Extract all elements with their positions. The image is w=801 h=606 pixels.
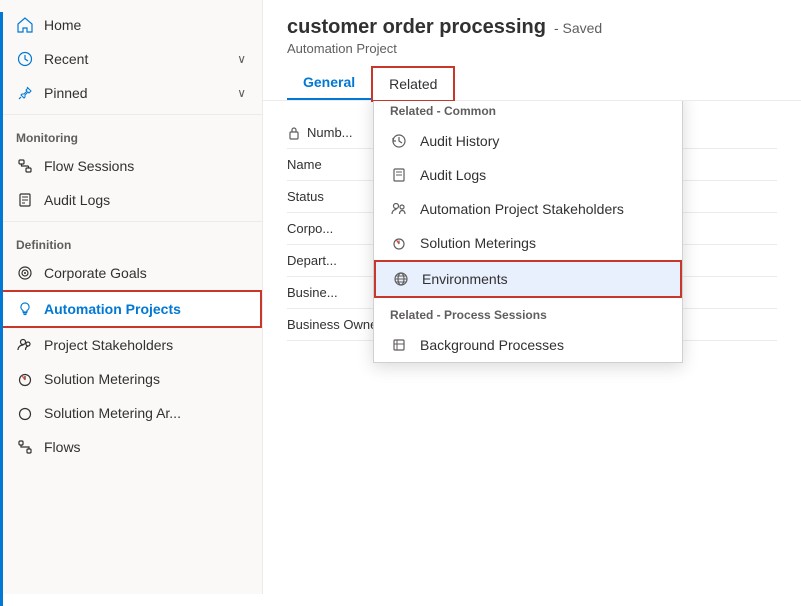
sidebar-item-flow-sessions-label: Flow Sessions [44,158,134,174]
lightbulb-icon [16,300,34,318]
tab-general-label: General [303,74,355,90]
divider1 [0,114,262,115]
flow-icon [16,157,34,175]
tab-bar: General Related [287,66,777,100]
recent-icon [16,50,34,68]
sidebar: Home Recent ∨ Pinned ∨ Monitoring Flow S… [0,0,263,594]
history-icon [390,132,408,150]
dropdown-section-process-label: Related - Process Sessions [374,298,682,328]
dropdown-item-solution-meterings-label: Solution Meterings [420,235,536,251]
header-title-row: customer order processing - Saved [287,16,777,39]
metering2-icon [16,404,34,422]
active-indicator [0,12,3,594]
tab-related-label: Related [389,76,437,92]
goal-icon [16,264,34,282]
dropdown-item-background-processes[interactable]: Background Processes [374,328,682,362]
sidebar-item-recent-label: Recent [44,51,88,67]
dropdown-item-audit-logs-label: Audit Logs [420,167,486,183]
definition-section-label: Definition [0,226,262,256]
sidebar-item-home[interactable]: Home [0,8,262,42]
flows-icon [16,438,34,456]
content-area: Numb... Name ...ing Status Corpo... h Au… [263,101,801,594]
main-content: customer order processing - Saved Automa… [263,0,801,594]
stakeholders-icon [390,200,408,218]
sidebar-item-audit-logs[interactable]: Audit Logs [0,183,262,217]
dropdown-item-environments[interactable]: Environments [374,260,682,298]
stakeholder-icon [16,336,34,354]
dropdown-item-background-processes-label: Background Processes [420,337,564,353]
sidebar-item-automation-projects-label: Automation Projects [44,301,181,317]
dropdown-item-audit-logs[interactable]: Audit Logs [374,158,682,192]
solution-icon [390,234,408,252]
related-dropdown-menu: Related - Common Audit History Audit Log… [373,101,683,363]
sidebar-item-home-label: Home [44,17,81,33]
chevron-down-icon2: ∨ [237,52,246,66]
sidebar-item-pinned-label: Pinned [44,85,88,101]
dropdown-item-audit-history-label: Audit History [420,133,499,149]
metering-icon [16,370,34,388]
tab-related[interactable]: Related [371,66,455,102]
page-title: customer order processing [287,16,546,39]
dropdown-item-automation-stakeholders[interactable]: Automation Project Stakeholders [374,192,682,226]
divider2 [0,221,262,222]
sidebar-item-solution-meterings-label: Solution Meterings [44,371,160,387]
sidebar-item-project-stakeholders[interactable]: Project Stakeholders [0,328,262,362]
dropdown-item-environments-label: Environments [422,271,508,287]
page-subtitle: Automation Project [287,41,777,56]
globe-icon [392,270,410,288]
sidebar-item-solution-metering-ar[interactable]: Solution Metering Ar... [0,396,262,430]
dropdown-item-automation-stakeholders-label: Automation Project Stakeholders [420,201,624,217]
sidebar-item-corporate-goals[interactable]: Corporate Goals [0,256,262,290]
lock-icon [287,126,301,140]
sidebar-item-flows[interactable]: Flows [0,430,262,464]
audit-icon [16,191,34,209]
dropdown-item-audit-history[interactable]: Audit History [374,124,682,158]
header: customer order processing - Saved Automa… [263,0,801,101]
sidebar-item-flows-label: Flows [44,439,81,455]
process-icon [390,336,408,354]
chevron-down-icon3: ∨ [237,86,246,100]
sidebar-item-pinned[interactable]: Pinned ∨ [0,76,262,110]
sidebar-item-automation-projects[interactable]: Automation Projects [0,290,262,328]
sidebar-item-flow-sessions[interactable]: Flow Sessions [0,149,262,183]
home-icon [16,16,34,34]
sidebar-item-solution-metering-ar-label: Solution Metering Ar... [44,405,181,421]
monitoring-section-label: Monitoring [0,119,262,149]
sidebar-item-audit-logs-label: Audit Logs [44,192,110,208]
sidebar-item-corporate-goals-label: Corporate Goals [44,265,147,281]
pin-icon [16,84,34,102]
sidebar-item-recent[interactable]: Recent ∨ [0,42,262,76]
sidebar-item-project-stakeholders-label: Project Stakeholders [44,337,173,353]
dropdown-item-solution-meterings[interactable]: Solution Meterings [374,226,682,260]
tab-general[interactable]: General [287,66,371,100]
dropdown-section-common-label: Related - Common [374,101,682,124]
sidebar-item-solution-meterings[interactable]: Solution Meterings [0,362,262,396]
saved-label: - Saved [554,20,602,36]
audit-log-icon [390,166,408,184]
